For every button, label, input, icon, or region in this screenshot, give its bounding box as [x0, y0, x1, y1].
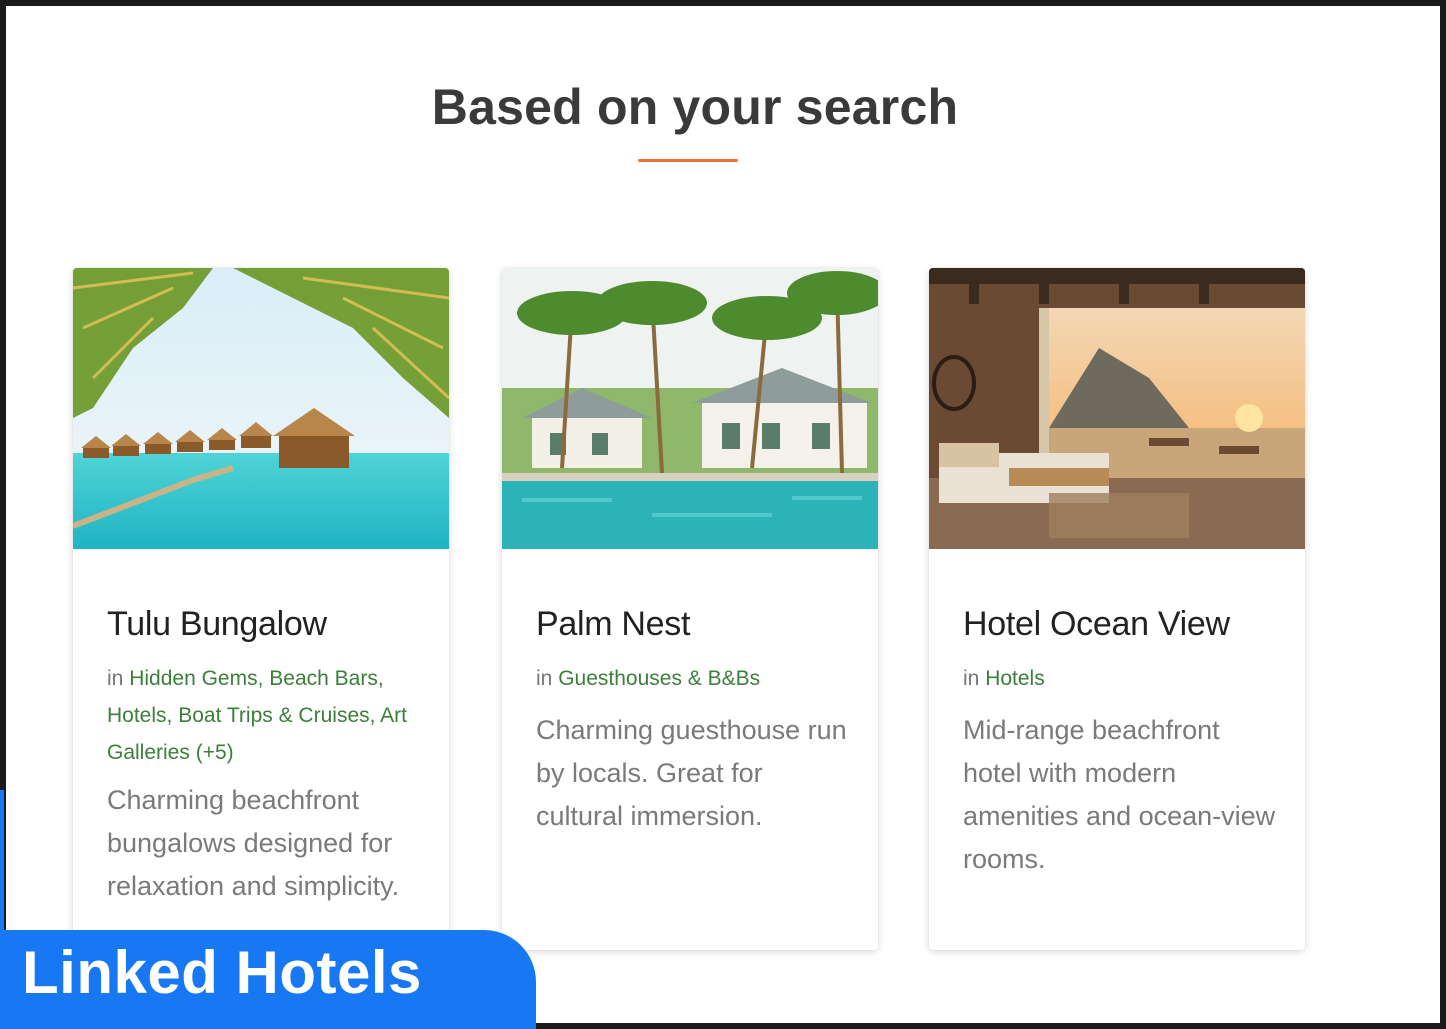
- card-title[interactable]: Hotel Ocean View: [963, 605, 1279, 644]
- page-frame: Based on your search Tulu Bungalow in Hi…: [6, 6, 1440, 1023]
- title-underline: [638, 159, 738, 162]
- linked-hotels-badge: Linked Hotels: [0, 930, 536, 1029]
- in-prefix: in: [107, 667, 124, 690]
- category-link-hidden-gems[interactable]: Hidden Gems: [129, 667, 257, 690]
- section-title: Based on your search: [431, 79, 959, 135]
- ocean-view-bedroom-photo[interactable]: [929, 268, 1305, 549]
- more-categories-link[interactable]: (+5): [196, 741, 234, 764]
- card-description: Charming guesthouse run by locals. Great…: [536, 715, 847, 831]
- hotel-card-tulu-bungalow[interactable]: Tulu Bungalow in Hidden Gems, Beach Bars…: [73, 268, 449, 950]
- hotel-card-hotel-ocean-view[interactable]: Hotel Ocean View in Hotels Mid-range bea…: [929, 268, 1305, 950]
- card-categories: in Hidden Gems, Beach Bars, Hotels, Boat…: [107, 667, 407, 764]
- in-prefix: in: [963, 667, 980, 690]
- category-link-hotels[interactable]: Hotels: [985, 667, 1045, 690]
- category-link-hotels[interactable]: Hotels: [107, 704, 167, 727]
- category-link-guesthouses[interactable]: Guesthouses & B&Bs: [558, 667, 760, 690]
- card-description: Charming beachfront bungalows designed f…: [107, 785, 400, 901]
- category-link-beach-bars[interactable]: Beach Bars: [269, 667, 378, 690]
- badge-edge-accent: [0, 790, 4, 930]
- in-prefix: in: [536, 667, 553, 690]
- card-categories: in Hotels: [963, 660, 1279, 697]
- card-categories: in Guesthouses & B&Bs: [536, 660, 852, 697]
- category-link-boat-trips[interactable]: Boat Trips & Cruises: [178, 704, 369, 727]
- hotel-card-palm-nest[interactable]: Palm Nest in Guesthouses & B&Bs Charming…: [502, 268, 878, 950]
- palm-pool-guesthouse-photo[interactable]: [502, 268, 878, 549]
- card-description: Mid-range beachfront hotel with modern a…: [963, 715, 1276, 874]
- overwater-bungalows-photo[interactable]: [73, 268, 449, 549]
- card-title[interactable]: Palm Nest: [536, 605, 852, 644]
- card-title[interactable]: Tulu Bungalow: [107, 605, 423, 644]
